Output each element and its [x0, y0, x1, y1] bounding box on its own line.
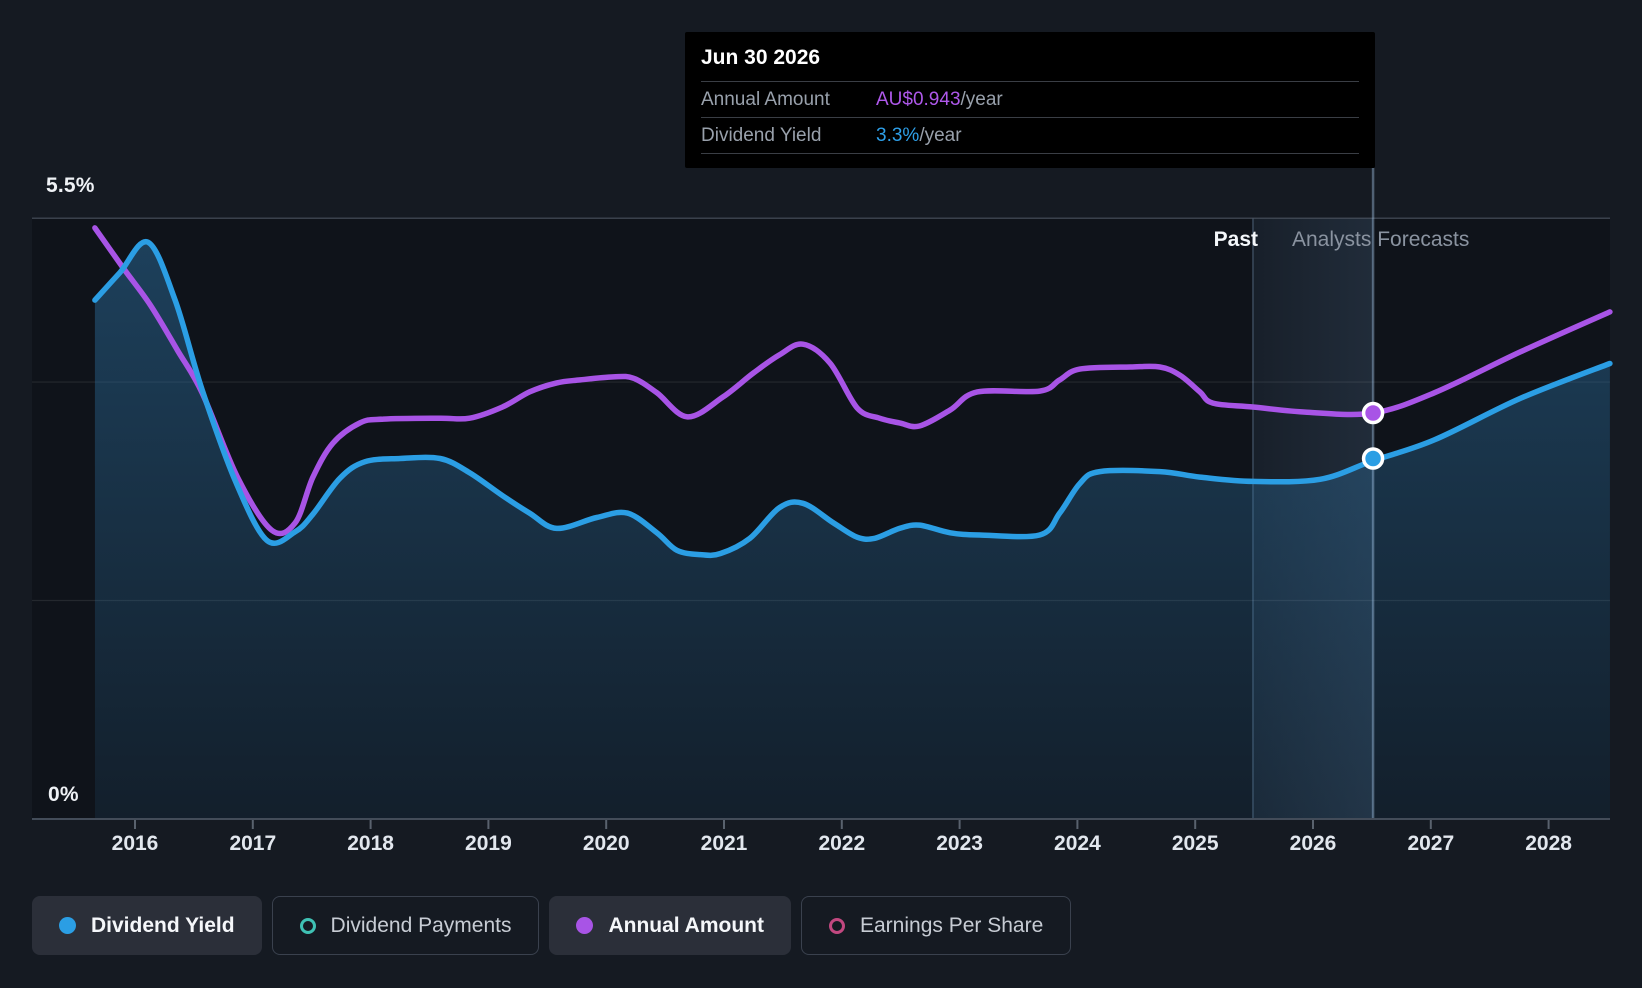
tooltip-row-dividend-yield: Dividend Yield 3.3%/year — [701, 118, 1359, 154]
tooltip-rows: Annual Amount AU$0.943/year Dividend Yield… — [701, 82, 1359, 154]
x-axis-year-label-2016: 2016 — [111, 832, 159, 855]
analysts-forecasts-zone-label: Analysts Forecasts — [1292, 228, 1470, 251]
legend-earnings-per-share-button[interactable]: Earnings Per Share — [801, 896, 1072, 955]
x-axis-year-label-2024: 2024 — [1054, 832, 1101, 855]
legend-dividend-payments-button[interactable]: Dividend Payments — [271, 896, 540, 955]
legend-dividend-yield-button[interactable]: Dividend Yield — [32, 896, 262, 955]
hover-tooltip: Jun 30 2026 Annual Amount AU$0.943/year Di… — [685, 32, 1375, 168]
x-axis-year-label-2018: 2018 — [347, 832, 394, 855]
x-axis-year-label-2020: 2020 — [582, 832, 630, 855]
legend-label: Dividend Payments — [330, 913, 512, 937]
dividend-yield-dot-icon — [59, 917, 76, 934]
dividend-payments-ring-icon — [299, 917, 316, 934]
past-zone-label: Past — [1213, 228, 1258, 251]
tooltip-value-suffix: /year — [919, 124, 962, 146]
x-axis-year-label-2027: 2027 — [1407, 832, 1455, 855]
legend-label: Dividend Yield — [91, 913, 235, 937]
earnings-per-share-ring-icon — [829, 917, 845, 934]
hover-marker-annual-amount — [1361, 401, 1385, 425]
x-axis-year-label-2021: 2021 — [700, 832, 748, 855]
x-axis-year-label-2026: 2026 — [1289, 832, 1337, 855]
tooltip-row-annual-amount: Annual Amount AU$0.943/year — [701, 82, 1359, 118]
tooltip-value: 3.3% — [876, 124, 920, 146]
x-axis-year-label-2017: 2017 — [229, 832, 277, 855]
hover-marker-dividend-yield — [1361, 447, 1385, 470]
y-axis-max-label: 5.5% — [46, 174, 95, 197]
tooltip-label: Annual Amount — [701, 88, 830, 110]
legend-annual-amount-button[interactable]: Annual Amount — [549, 896, 791, 955]
x-axis-year-label-2028: 2028 — [1525, 832, 1572, 855]
tooltip-value-suffix: /year — [960, 88, 1003, 110]
tooltip-value: AU$0.943 — [876, 88, 961, 110]
tooltip-date: Jun 30 2026 — [701, 32, 1359, 82]
legend-label: Earnings Per Share — [860, 913, 1044, 937]
x-axis-year-label-2022: 2022 — [818, 832, 866, 855]
x-axis-year-label-2025: 2025 — [1171, 832, 1219, 855]
dividend-chart-screen: 5.5% 0% Past Analysts Forecasts 2016 2017… — [0, 0, 1642, 988]
x-axis-year-label-2023: 2023 — [936, 832, 983, 855]
x-axis-year-label-2019: 2019 — [465, 832, 512, 855]
y-axis-zero-label: 0% — [48, 783, 79, 806]
tooltip-label: Dividend Yield — [701, 124, 822, 146]
annual-amount-dot-icon — [576, 917, 594, 934]
legend-bar: Dividend Yield Dividend Payments Annual Am… — [32, 896, 1072, 955]
legend-label: Annual Amount — [608, 913, 764, 937]
